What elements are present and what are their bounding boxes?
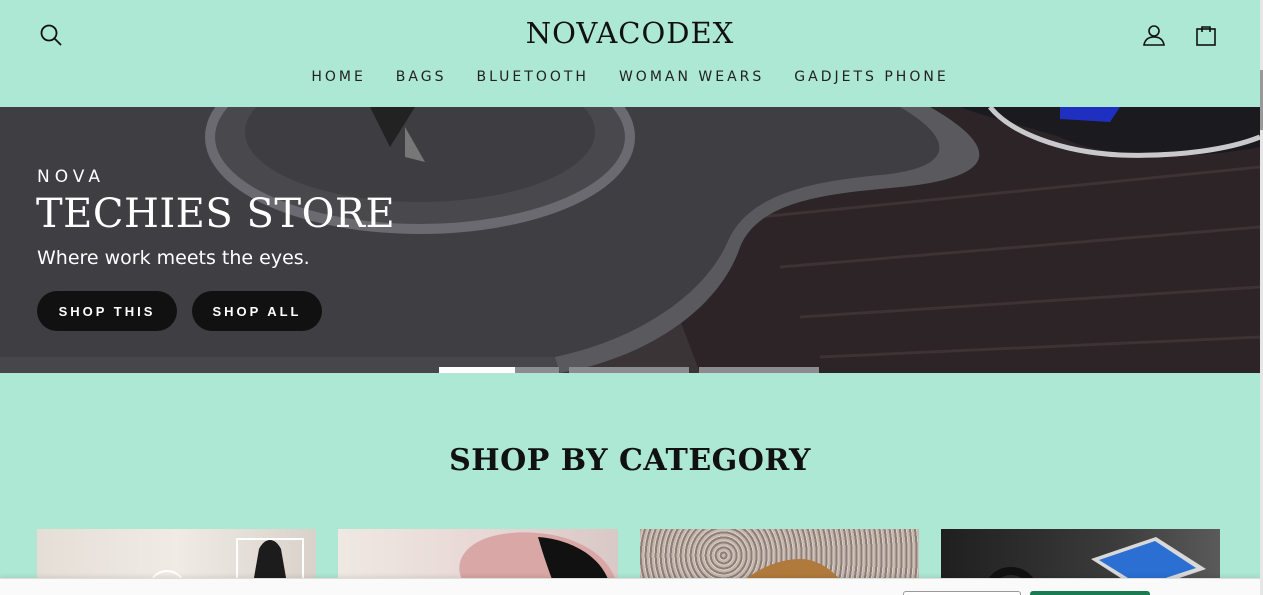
cookie-banner — [0, 578, 1260, 595]
hero-title: TECHIES STORE — [36, 191, 396, 237]
bag-icon[interactable] — [1190, 19, 1222, 51]
shop-this-button[interactable]: SHOP THIS — [37, 291, 177, 331]
shop-all-button[interactable]: SHOP ALL — [192, 291, 322, 331]
main-nav: HOME BAGS BLUETOOTH WOMAN WEARS GADJETS … — [0, 69, 1260, 85]
user-icon[interactable] — [1138, 19, 1170, 51]
site-header: NOVACODEX HOME BAGS BLUETOOTH WOMAN WEAR… — [0, 0, 1260, 107]
nav-item-gadjets-phone[interactable]: GADJETS PHONE — [779, 69, 963, 85]
slide-indicators — [0, 367, 1260, 373]
site-logo[interactable]: NOVACODEX — [0, 16, 1260, 50]
slide-indicator-3[interactable] — [699, 367, 819, 373]
slide-indicator-1[interactable] — [439, 367, 559, 373]
slide-indicator-2[interactable] — [569, 367, 689, 373]
hero-subtitle: Where work meets the eyes. — [37, 247, 310, 269]
cookie-decline-button[interactable] — [903, 591, 1021, 595]
nav-item-bluetooth[interactable]: BLUETOOTH — [461, 69, 603, 85]
hero-image — [0, 107, 1260, 373]
hero-eyebrow: NOVA — [37, 167, 105, 187]
category-section-title: SHOP BY CATEGORY — [449, 443, 811, 478]
hero-banner: NOVA TECHIES STORE Where work meets the … — [0, 107, 1260, 373]
slide-progress-fill — [439, 367, 515, 373]
nav-item-bags[interactable]: BAGS — [381, 69, 462, 85]
nav-item-woman-wears[interactable]: WOMAN WEARS — [604, 69, 779, 85]
cookie-accept-button[interactable] — [1030, 591, 1150, 595]
nav-item-home[interactable]: HOME — [296, 69, 380, 85]
